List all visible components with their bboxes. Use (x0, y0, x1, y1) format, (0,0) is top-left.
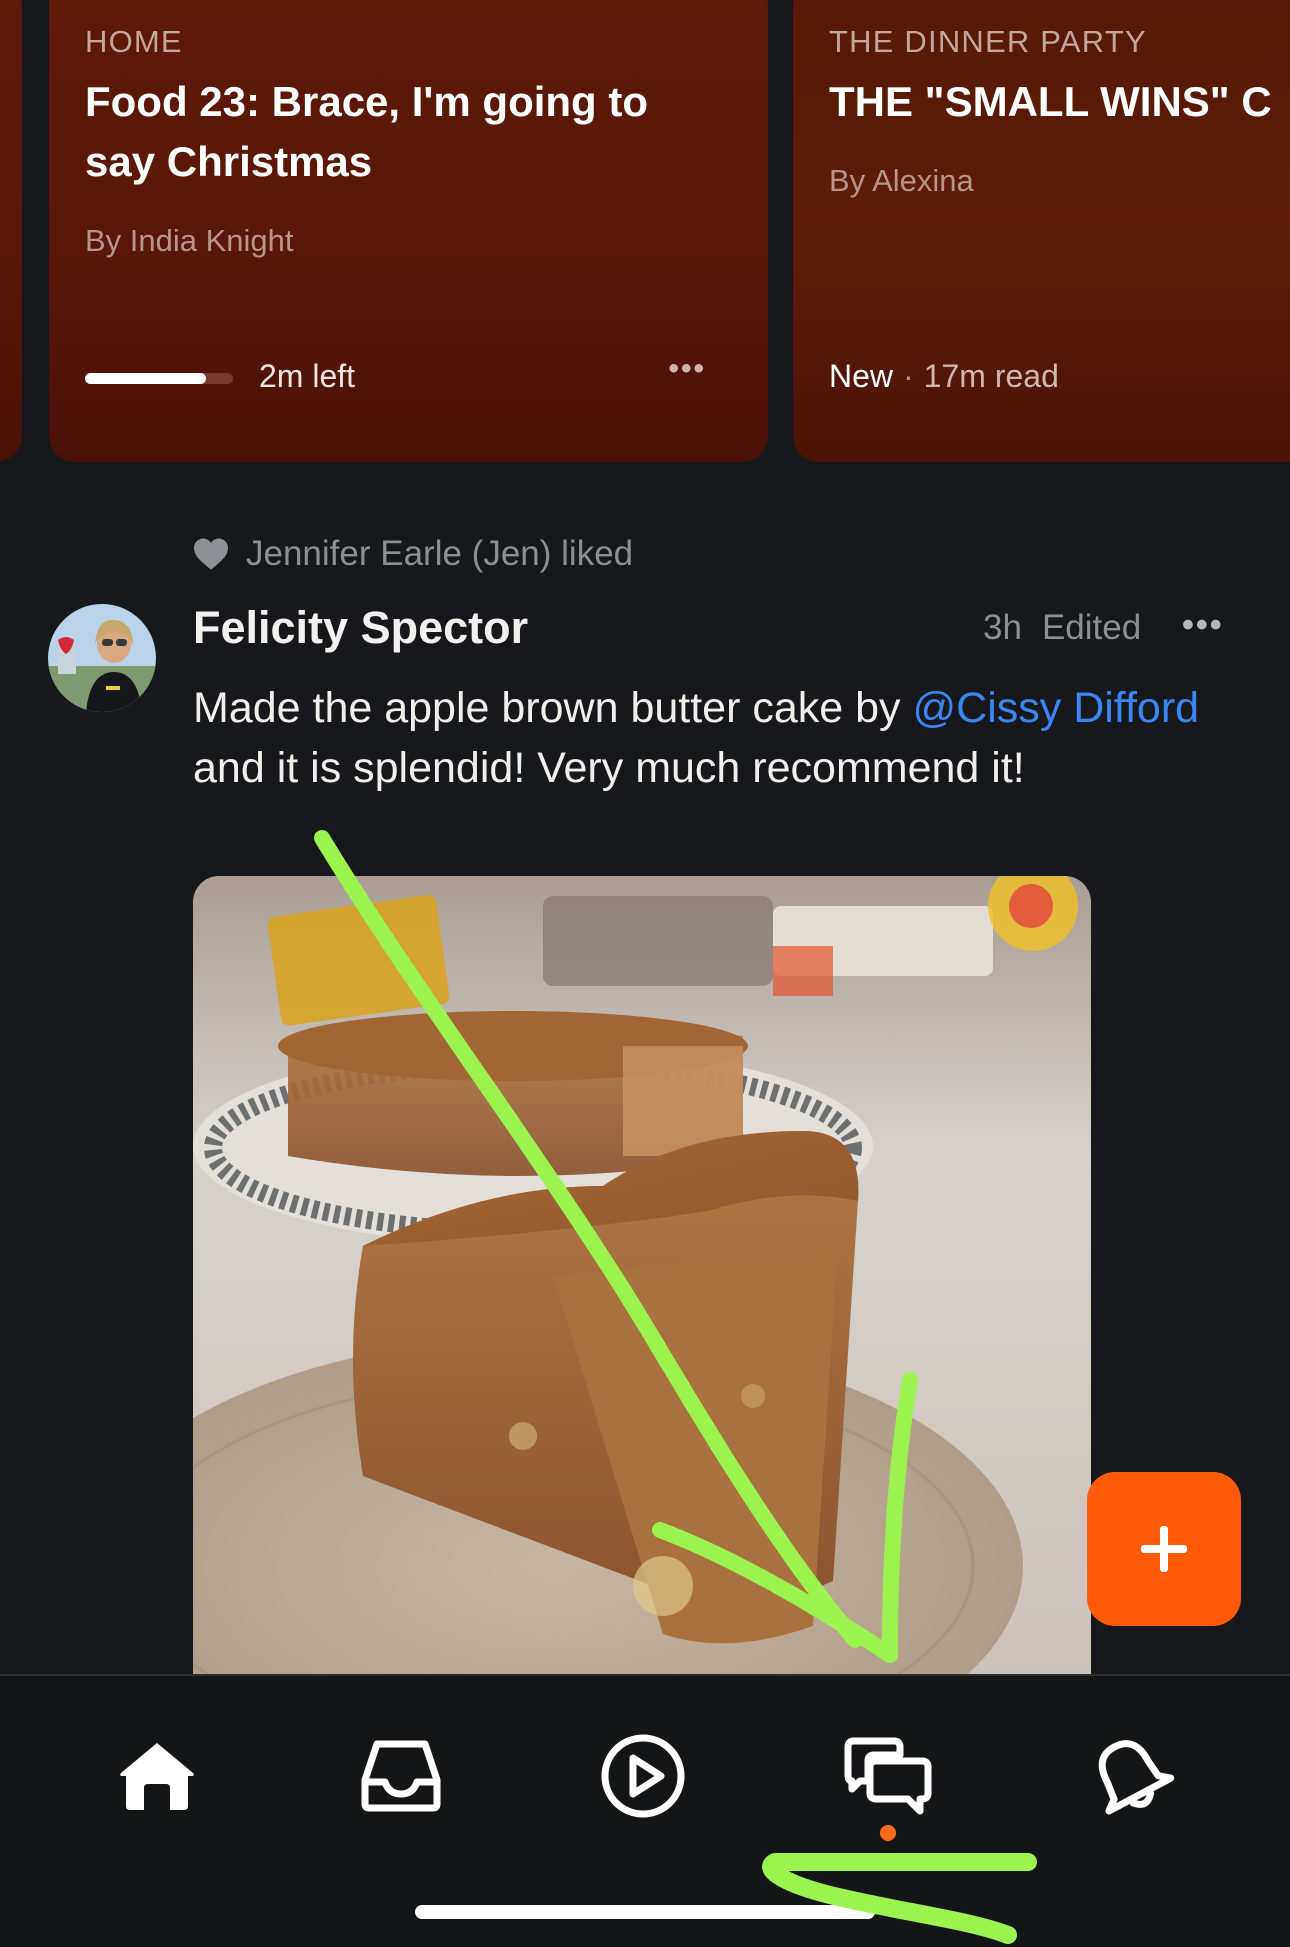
home-indicator[interactable] (415, 1905, 875, 1919)
play-icon (601, 1734, 685, 1818)
card-meta: New · 17m read (829, 358, 1059, 395)
bell-icon (1098, 1740, 1175, 1815)
card-byline: By Alexina (829, 163, 974, 198)
post-more-icon[interactable]: ••• (1182, 606, 1224, 645)
featured-cards-carousel: HOME Food 23: Brace, I'm going to say Ch… (0, 0, 1290, 465)
compose-button[interactable] (1087, 1472, 1241, 1626)
inbox-icon (361, 1740, 441, 1812)
ellipsis-icon[interactable]: ••• (668, 352, 706, 386)
post-timestamp: 3h (983, 608, 1022, 647)
avatar-image (48, 604, 156, 712)
read-time: 17m read (923, 358, 1059, 394)
chat-icon (844, 1737, 932, 1815)
card-byline: By India Knight (85, 223, 294, 258)
new-badge: New (829, 358, 894, 394)
card-title: Food 23: Brace, I'm going to say Christm… (85, 78, 649, 185)
tab-home[interactable] (107, 1726, 207, 1826)
tab-play[interactable] (593, 1726, 693, 1826)
featured-card-dinner-party[interactable]: THE DINNER PARTY THE "SMALL WINS" C By A… (793, 0, 1290, 462)
card-title: THE "SMALL WINS" C (829, 78, 1272, 125)
card-section-label: HOME (85, 24, 183, 59)
post-image[interactable] (193, 876, 1091, 1676)
heart-icon (194, 538, 228, 570)
card-previous-peek[interactable] (0, 0, 22, 462)
plus-icon (1141, 1526, 1187, 1572)
post-text-before: Made the apple brown butter cake by (193, 684, 913, 732)
chat-notification-dot (880, 1825, 896, 1841)
mention-link[interactable]: @Cissy Difford (913, 684, 1200, 732)
meta-separator: · (903, 358, 914, 394)
tab-activity[interactable] (1080, 1726, 1180, 1826)
liked-by-text: Jennifer Earle (Jen) liked (246, 534, 634, 573)
edited-label: Edited (1041, 608, 1142, 647)
home-icon (120, 1743, 194, 1810)
post-meta: 3h Edited (983, 608, 1141, 648)
card-section-label: THE DINNER PARTY (829, 24, 1147, 59)
tab-inbox[interactable] (351, 1726, 451, 1826)
reading-progress-bar (85, 373, 233, 384)
liked-by-row: Jennifer Earle (Jen) liked (192, 534, 633, 574)
tab-chat[interactable] (838, 1726, 938, 1826)
time-left-label: 2m left (259, 358, 356, 394)
post-author-name[interactable]: Felicity Spector (193, 602, 528, 654)
reading-progress-fill (85, 373, 207, 384)
post-text-after: and it is splendid! Very much recommend … (193, 744, 1025, 792)
cake-photo (193, 876, 1091, 1676)
avatar[interactable] (48, 604, 156, 712)
featured-card-home[interactable]: HOME Food 23: Brace, I'm going to say Ch… (49, 0, 768, 462)
post-body: Made the apple brown butter cake by @Cis… (193, 678, 1213, 798)
